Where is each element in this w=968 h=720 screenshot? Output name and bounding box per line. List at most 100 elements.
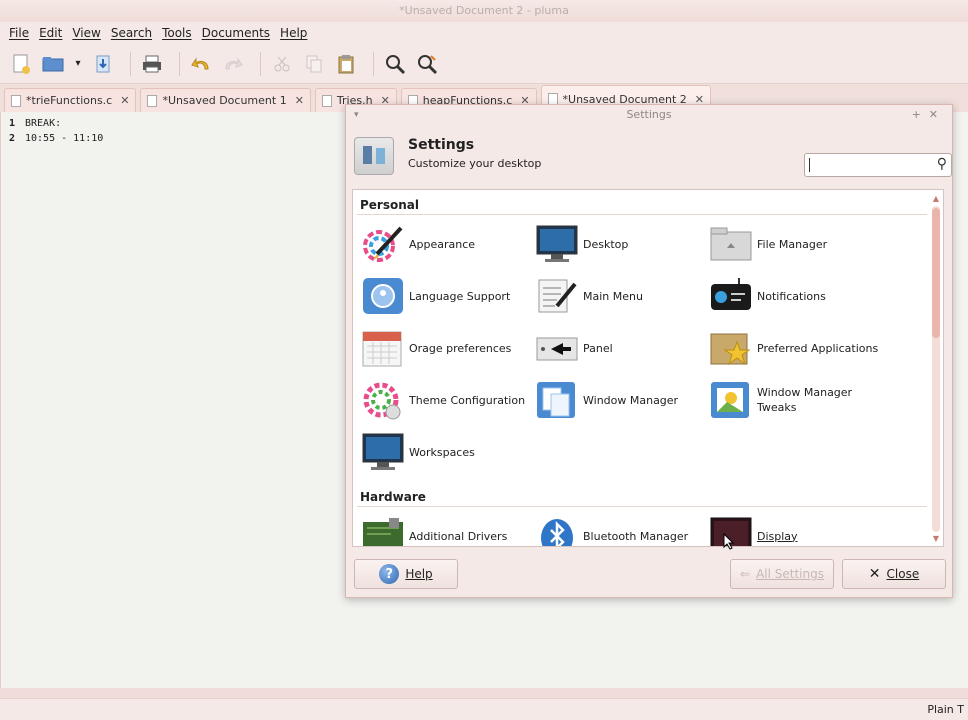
window-manager-icon <box>535 380 579 420</box>
horizontal-scrollbar[interactable] <box>0 688 968 698</box>
menu-file[interactable]: File <box>4 26 34 40</box>
setting-preferred-applications[interactable]: Preferred Applications <box>709 328 878 368</box>
close-button[interactable]: ✕ Close <box>842 559 946 589</box>
menu-help[interactable]: Help <box>275 26 312 40</box>
tab-triefunctions[interactable]: *trieFunctions.c ✕ <box>4 88 137 112</box>
copy-icon[interactable] <box>301 51 327 77</box>
close-tab-icon[interactable]: ✕ <box>120 94 129 107</box>
setting-label: Window Manager <box>583 393 679 407</box>
tab-unsaved-document-1[interactable]: *Unsaved Document 1 ✕ <box>140 88 311 112</box>
find-replace-icon[interactable] <box>414 51 440 77</box>
menu-search[interactable]: Search <box>106 26 157 40</box>
document-icon <box>11 94 21 107</box>
setting-workspaces[interactable]: Workspaces <box>361 432 475 472</box>
setting-label: Orage preferences <box>409 341 512 355</box>
line-number: 2 <box>9 133 16 144</box>
settings-header: Settings Customize your desktop ⚲ <box>354 133 952 179</box>
setting-label: Desktop <box>583 237 629 251</box>
paste-icon[interactable] <box>333 51 359 77</box>
menu-tools[interactable]: Tools <box>157 26 197 40</box>
setting-label: Display <box>757 529 798 543</box>
setting-language-support[interactable]: Language Support <box>361 276 510 316</box>
window-title: *Unsaved Document 2 - pluma <box>399 4 569 17</box>
setting-desktop[interactable]: Desktop <box>535 224 628 264</box>
menubar: File Edit View Search Tools Documents He… <box>0 22 968 44</box>
setting-theme-configuration[interactable]: Theme Configuration <box>361 380 525 420</box>
setting-label: Appearance <box>409 237 476 251</box>
dialog-titlebar: ▾ Settings +✕ <box>346 105 952 125</box>
setting-panel[interactable]: Panel <box>535 328 613 368</box>
settings-title: Settings <box>408 137 475 153</box>
setting-file-manager[interactable]: File Manager <box>709 224 827 264</box>
search-icon[interactable]: ⚲ <box>937 156 947 172</box>
redo-icon[interactable] <box>220 51 246 77</box>
scroll-up-icon[interactable]: ▲ <box>930 194 942 204</box>
section-personal: Personal <box>360 198 419 212</box>
section-hardware: Hardware <box>360 490 426 504</box>
setting-label: Preferred Applications <box>757 341 879 355</box>
print-icon[interactable] <box>139 51 165 77</box>
statusbar: Plain T <box>0 698 968 720</box>
vertical-scrollbar[interactable]: ▲ ▼ <box>929 194 941 544</box>
window-menu-icon[interactable]: ▾ <box>354 105 359 125</box>
search-input[interactable]: ⚲ <box>804 153 952 177</box>
workspaces-icon <box>361 432 405 472</box>
wm-tweaks-icon <box>709 380 753 420</box>
calendar-icon <box>361 328 405 368</box>
theme-icon <box>361 380 405 420</box>
setting-appearance[interactable]: Appearance <box>361 224 475 264</box>
setting-label: Additional Drivers <box>409 529 508 543</box>
toolbar-separator <box>130 51 131 76</box>
cut-icon[interactable] <box>269 51 295 77</box>
settings-manager-icon <box>354 137 394 175</box>
open-icon[interactable] <box>40 51 66 77</box>
setting-label: Main Menu <box>583 289 643 303</box>
save-icon[interactable] <box>90 51 116 77</box>
setting-window-manager-tweaks[interactable]: Window Manager Tweaks <box>709 380 867 420</box>
setting-label: Bluetooth Manager <box>583 529 689 543</box>
editor-line: 10:55 - 11:10 <box>25 133 104 144</box>
all-settings-button[interactable]: ⇐ All Settings <box>730 559 834 589</box>
document-icon <box>147 94 158 107</box>
setting-bluetooth-manager[interactable]: Bluetooth Manager <box>535 516 689 546</box>
menu-documents[interactable]: Documents <box>197 26 275 40</box>
setting-label: Panel <box>583 341 613 355</box>
setting-main-menu[interactable]: Main Menu <box>535 276 643 316</box>
setting-orage-preferences[interactable]: Orage preferences <box>361 328 511 368</box>
menu-view[interactable]: View <box>67 26 105 40</box>
close-icon[interactable]: ✕ <box>929 108 946 121</box>
setting-label: Language Support <box>409 289 511 303</box>
toolbar: ▾ <box>0 44 968 84</box>
close-tab-icon[interactable]: ✕ <box>295 94 304 107</box>
tab-label: *Unsaved Document 1 <box>162 94 287 107</box>
setting-notifications[interactable]: Notifications <box>709 276 826 316</box>
main-menu-icon <box>535 276 579 316</box>
find-icon[interactable] <box>382 51 408 77</box>
text-cursor <box>809 158 810 172</box>
scroll-down-icon[interactable]: ▼ <box>930 534 942 544</box>
setting-label: Window Manager Tweaks <box>757 386 853 414</box>
back-arrow-icon: ⇐ <box>740 567 751 581</box>
language-selector[interactable]: Plain T <box>927 703 964 716</box>
editor-content[interactable]: BREAK: 10:55 - 11:10 <box>25 116 103 146</box>
setting-window-manager[interactable]: Window Manager <box>535 380 678 420</box>
help-icon: ? <box>379 564 400 584</box>
editor-line: BREAK: <box>25 118 62 129</box>
menu-edit[interactable]: Edit <box>34 26 67 40</box>
settings-subtitle: Customize your desktop <box>408 157 542 170</box>
undo-icon[interactable] <box>188 51 214 77</box>
preferred-apps-icon <box>709 328 753 368</box>
setting-additional-drivers[interactable]: Additional Drivers <box>361 516 508 546</box>
maximize-icon[interactable]: + <box>912 108 929 121</box>
setting-label: Theme Configuration <box>409 393 526 407</box>
help-button[interactable]: ? Help <box>354 559 458 589</box>
line-number: 1 <box>9 118 16 129</box>
mouse-cursor-icon <box>722 532 736 553</box>
all-settings-label: All Settings <box>756 567 824 581</box>
section-divider <box>357 214 927 215</box>
drivers-icon <box>361 516 405 546</box>
scroll-thumb[interactable] <box>932 208 940 338</box>
new-document-icon[interactable] <box>8 51 34 77</box>
chevron-down-icon[interactable]: ▾ <box>72 51 84 77</box>
setting-label: Notifications <box>757 289 826 303</box>
